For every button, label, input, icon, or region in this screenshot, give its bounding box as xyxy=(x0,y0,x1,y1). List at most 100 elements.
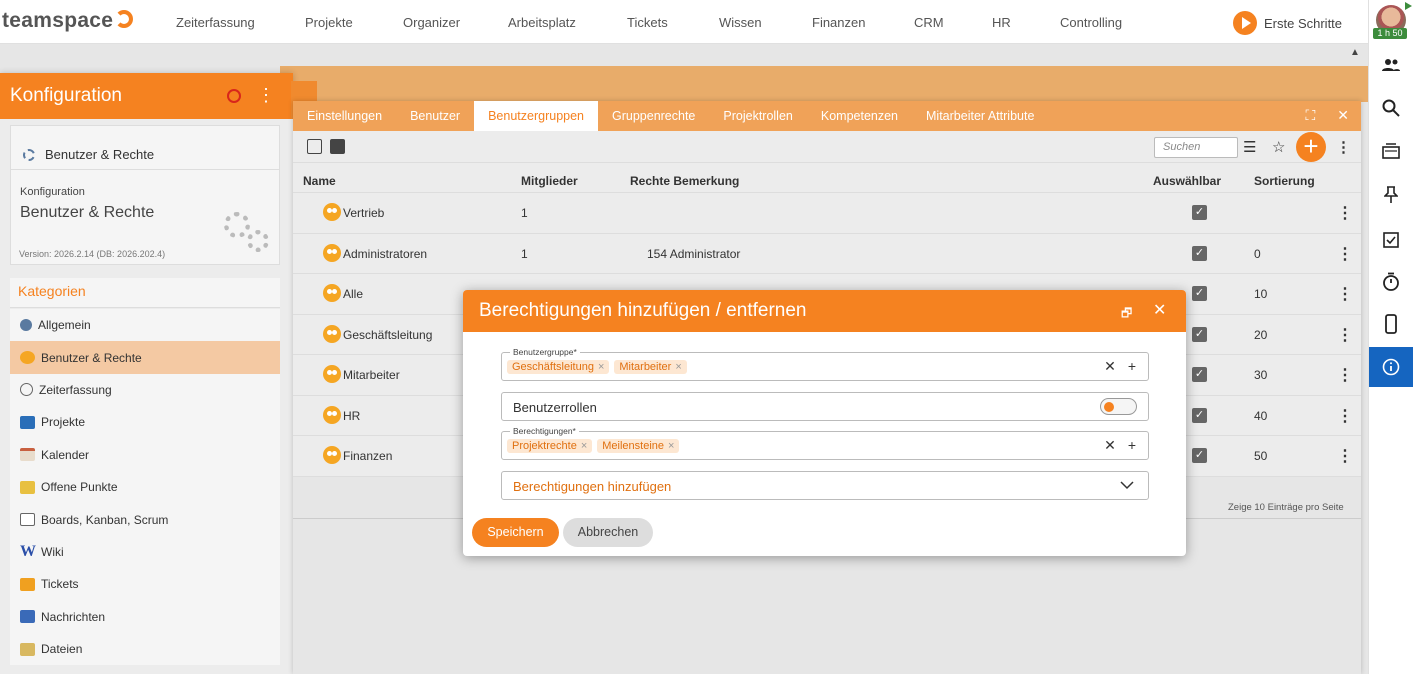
dialog-title: Berechtigungen hinzufügen / entfernen xyxy=(479,300,807,321)
nav-hr[interactable]: HR xyxy=(992,15,1011,30)
row-menu-icon[interactable]: ⋮ xyxy=(1337,203,1353,223)
erste-schritte-button[interactable]: Erste Schritte xyxy=(1233,11,1342,35)
kategorie-label: Tickets xyxy=(41,577,79,592)
kategorie-kalender[interactable]: Kalender xyxy=(10,439,280,471)
tab-einstellungen[interactable]: Einstellungen xyxy=(293,101,396,131)
mobile-icon[interactable] xyxy=(1369,304,1413,344)
close-icon[interactable]: ✕ xyxy=(1153,300,1166,320)
tab-projektrollen[interactable]: Projektrollen xyxy=(709,101,806,131)
nav-zeiterfassung[interactable]: Zeiterfassung xyxy=(176,15,255,30)
tab-benutzergruppen[interactable]: Benutzergruppen xyxy=(474,101,598,131)
search-list-icon[interactable] xyxy=(307,139,322,154)
scroll-up-arrow-icon[interactable]: ▲ xyxy=(1350,47,1360,58)
row-menu-icon[interactable]: ⋮ xyxy=(1337,284,1353,304)
chip[interactable]: Projektrechte × xyxy=(507,439,593,453)
user-card-icon[interactable] xyxy=(330,139,345,154)
pagination-info[interactable]: Zeige 10 Einträge pro Seite xyxy=(1228,502,1344,513)
row-bemerkung: 154 Administrator xyxy=(647,246,741,261)
inbox-icon[interactable] xyxy=(1369,131,1413,171)
chip-remove-icon[interactable]: × xyxy=(675,361,681,373)
more-options-icon[interactable]: ⋮ xyxy=(1336,138,1351,156)
row-menu-icon[interactable]: ⋮ xyxy=(1337,365,1353,385)
tab-benutzer[interactable]: Benutzer xyxy=(396,101,474,131)
nav-tickets[interactable]: Tickets xyxy=(627,15,668,30)
kategorie-zeiterfassung[interactable]: Zeiterfassung xyxy=(10,374,280,406)
tab-kompetenzen[interactable]: Kompetenzen xyxy=(807,101,912,131)
col-bemerkung[interactable]: Rechte Bemerkung xyxy=(630,174,739,188)
col-mitglieder[interactable]: Mitglieder xyxy=(521,174,578,188)
row-menu-icon[interactable]: ⋮ xyxy=(1337,406,1353,426)
nav-arbeitsplatz[interactable]: Arbeitsplatz xyxy=(508,15,576,30)
row-sortierung: 10 xyxy=(1254,287,1268,301)
more-options-icon[interactable]: ⋮ xyxy=(257,85,275,106)
maximize-icon[interactable]: ⛶ xyxy=(1305,107,1315,124)
nav-organizer[interactable]: Organizer xyxy=(403,15,460,30)
kategorie-tickets[interactable]: Tickets xyxy=(10,568,280,600)
kategorie-dateien[interactable]: Dateien xyxy=(10,633,280,665)
kategorie-allgemein[interactable]: Allgemein xyxy=(10,309,280,341)
col-sortierung[interactable]: Sortierung xyxy=(1254,174,1315,188)
chip-remove-icon[interactable]: × xyxy=(668,440,674,452)
chip[interactable]: Meilensteine × xyxy=(597,439,680,453)
checkbox[interactable]: ✓ xyxy=(1192,245,1207,261)
table-row[interactable]: Vertrieb 1 ✓ ⋮ xyxy=(293,193,1361,234)
chip-remove-icon[interactable]: × xyxy=(598,361,604,373)
pin-icon[interactable] xyxy=(1369,175,1413,215)
cancel-button[interactable]: Abbrechen xyxy=(563,518,653,547)
chip[interactable]: Geschäftsleitung × xyxy=(507,360,610,374)
nav-wissen[interactable]: Wissen xyxy=(719,15,762,30)
stopwatch-icon[interactable] xyxy=(1369,262,1413,302)
info-icon[interactable] xyxy=(1369,347,1413,387)
table-row[interactable]: Administratoren 1 154 Administrator ✓ 0 … xyxy=(293,233,1361,274)
nav-controlling[interactable]: Controlling xyxy=(1060,15,1122,30)
clear-icon[interactable]: ✕ xyxy=(1104,358,1116,375)
chip-remove-icon[interactable]: × xyxy=(581,440,587,452)
warning-icon[interactable] xyxy=(227,89,241,103)
search-input[interactable]: Suchen xyxy=(1154,137,1238,158)
kategorie-offene-punkte[interactable]: Offene Punkte xyxy=(10,471,280,503)
restore-window-icon[interactable]: 🗗 xyxy=(1121,304,1132,325)
kategorie-nachrichten[interactable]: Nachrichten xyxy=(10,601,280,633)
chip[interactable]: Mitarbeiter × xyxy=(614,360,687,374)
checkbox[interactable]: ✓ xyxy=(1192,367,1207,382)
star-icon[interactable]: ☆ xyxy=(1272,138,1285,156)
row-menu-icon[interactable]: ⋮ xyxy=(1337,244,1353,264)
add-button[interactable]: + xyxy=(1296,132,1326,162)
search-icon[interactable] xyxy=(1369,88,1413,128)
kategorie-wiki[interactable]: W Wiki xyxy=(10,536,280,568)
row-menu-icon[interactable]: ⋮ xyxy=(1337,446,1353,466)
wiki-icon: W xyxy=(20,543,36,561)
benutzergruppe-field[interactable]: Benutzergruppe* Geschäftsleitung × Mitarb… xyxy=(501,347,1149,381)
app-logo[interactable]: teamspace xyxy=(2,9,134,33)
section-row[interactable]: Benutzer & Rechte xyxy=(11,126,279,170)
berechtigungen-field[interactable]: Berechtigungen* Projektrechte × Meilenste… xyxy=(501,426,1149,460)
add-icon[interactable]: + xyxy=(1128,358,1136,375)
large-gear-icon xyxy=(224,212,250,238)
checkbox[interactable]: ✓ xyxy=(1192,205,1207,220)
save-button[interactable]: Speichern xyxy=(472,518,559,547)
kategorie-benutzer-rechte[interactable]: Benutzer & Rechte xyxy=(10,341,280,374)
col-auswaehlbar[interactable]: Auswählbar xyxy=(1153,174,1221,188)
checkbox[interactable]: ✓ xyxy=(1192,286,1207,301)
col-name[interactable]: Name xyxy=(303,174,336,188)
close-icon[interactable]: ✕ xyxy=(1337,107,1349,124)
task-check-icon[interactable] xyxy=(1369,219,1413,259)
filter-icon[interactable]: ☰ xyxy=(1243,138,1256,156)
nav-projekte[interactable]: Projekte xyxy=(305,15,353,30)
people-icon[interactable] xyxy=(1369,45,1413,85)
clear-icon[interactable]: ✕ xyxy=(1104,437,1116,454)
kategorie-boards[interactable]: Boards, Kanban, Scrum xyxy=(10,503,280,535)
nav-finanzen[interactable]: Finanzen xyxy=(812,15,865,30)
checkbox[interactable]: ✓ xyxy=(1192,448,1207,463)
nav-crm[interactable]: CRM xyxy=(914,15,944,30)
tab-mitarbeiter-attribute[interactable]: Mitarbeiter Attribute xyxy=(912,101,1048,131)
action-select[interactable]: Berechtigungen hinzufügen xyxy=(501,471,1149,500)
kategorie-projekte[interactable]: Projekte xyxy=(10,406,280,438)
benutzerrollen-toggle[interactable] xyxy=(1100,398,1137,415)
checkbox[interactable]: ✓ xyxy=(1192,407,1207,423)
benutzerrollen-field: Benutzerrollen xyxy=(501,392,1149,421)
row-menu-icon[interactable]: ⋮ xyxy=(1337,325,1353,345)
checkbox[interactable]: ✓ xyxy=(1192,326,1207,342)
tab-gruppenrechte[interactable]: Gruppenrechte xyxy=(598,101,709,131)
add-icon[interactable]: + xyxy=(1128,437,1136,454)
